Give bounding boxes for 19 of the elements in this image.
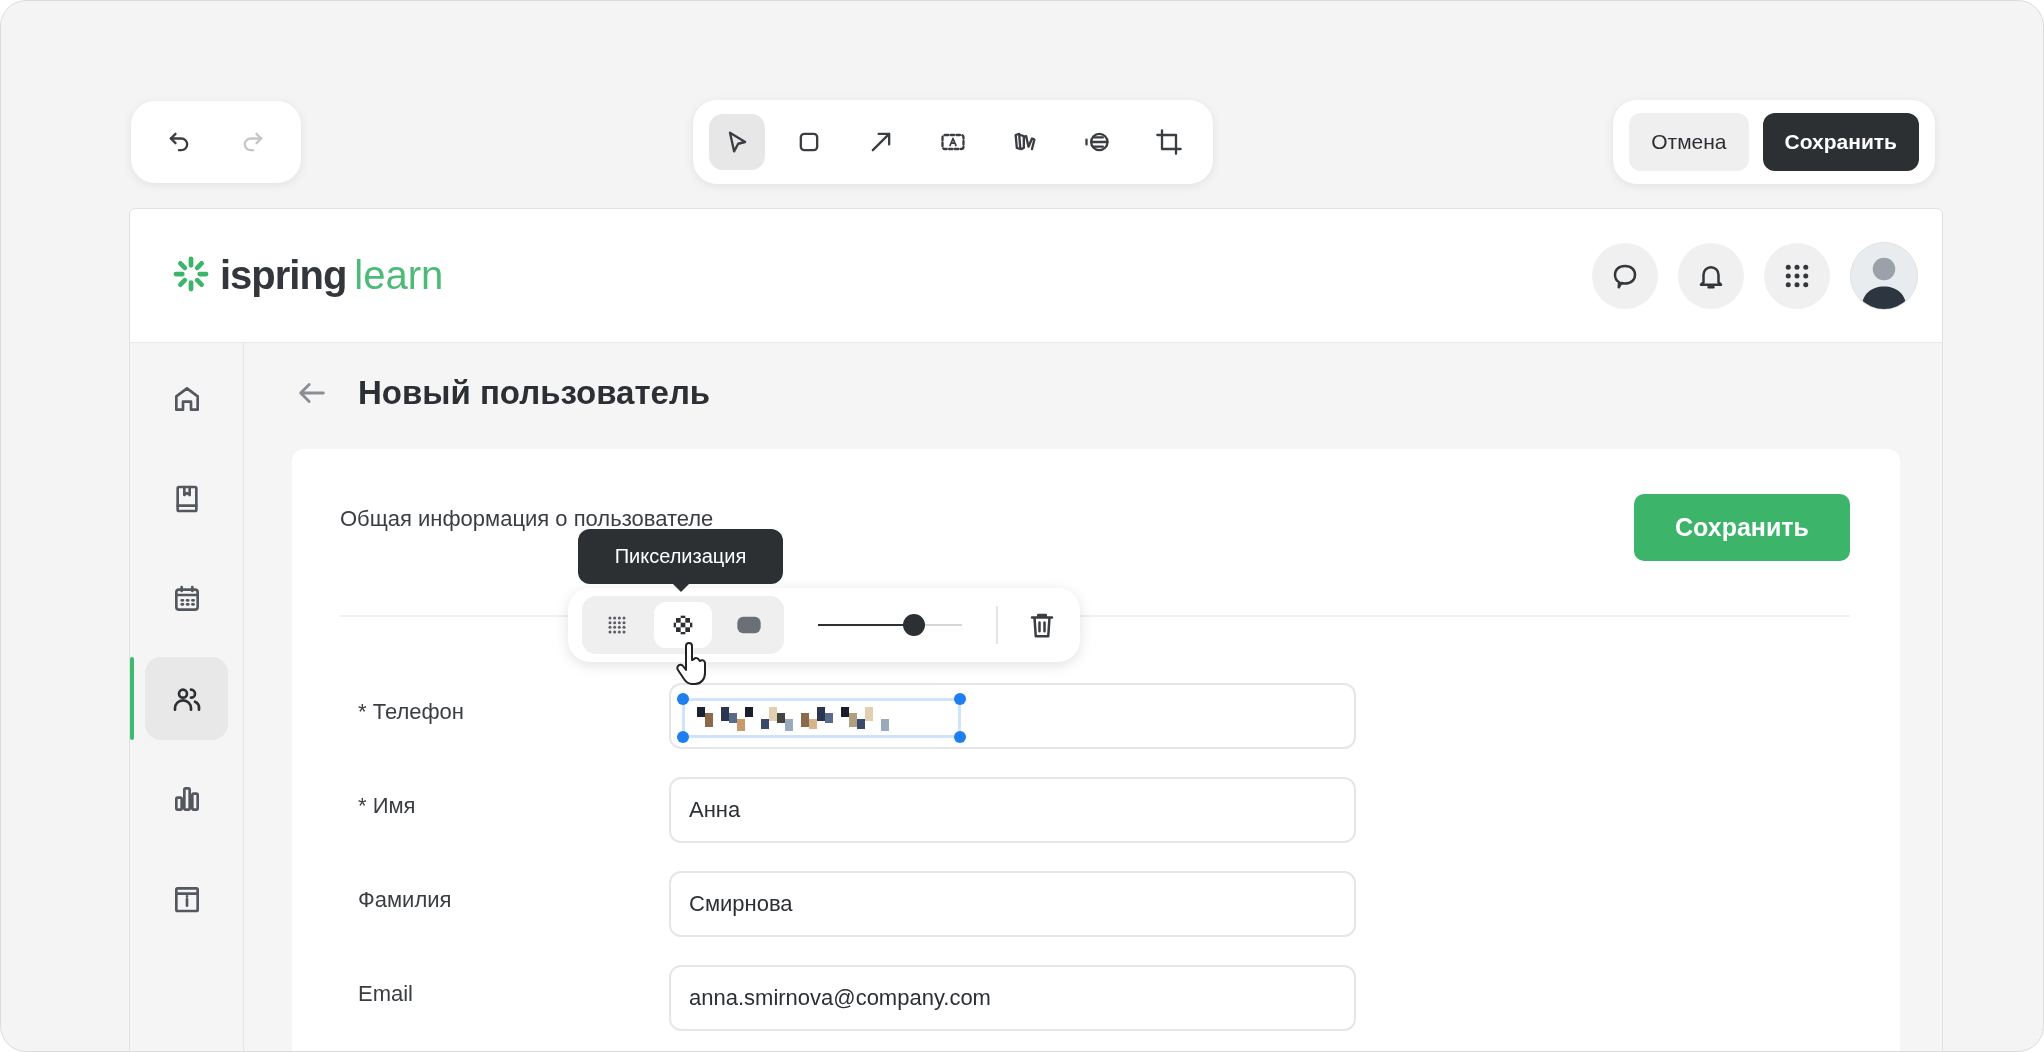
logo-text: ispring bbox=[220, 253, 347, 298]
field-label: * Имя bbox=[357, 793, 417, 819]
cancel-button[interactable]: Отмена bbox=[1629, 113, 1749, 171]
input-field[interactable]: anna.smirnova@company.com bbox=[669, 965, 1356, 1031]
logo-text: learn bbox=[354, 253, 444, 298]
tooltip-pointer-icon bbox=[672, 584, 689, 592]
input-field[interactable]: Смирнова bbox=[669, 871, 1356, 937]
save-button[interactable]: Сохранить bbox=[1762, 113, 1919, 171]
field-label: Фамилия bbox=[357, 887, 453, 913]
input-field[interactable] bbox=[669, 683, 1356, 749]
users-icon[interactable] bbox=[145, 657, 228, 740]
tooltip: Пикселизация bbox=[578, 529, 783, 592]
field-label: * Телефон bbox=[357, 699, 465, 725]
checkerboard-icon[interactable] bbox=[654, 602, 712, 648]
page-title: Новый пользователь bbox=[358, 374, 711, 412]
slider-thumb[interactable] bbox=[903, 614, 926, 636]
field-label: Email bbox=[357, 981, 414, 1007]
section-title: Общая информация о пользователе bbox=[340, 505, 714, 532]
input-field[interactable]: Анна bbox=[669, 777, 1356, 843]
